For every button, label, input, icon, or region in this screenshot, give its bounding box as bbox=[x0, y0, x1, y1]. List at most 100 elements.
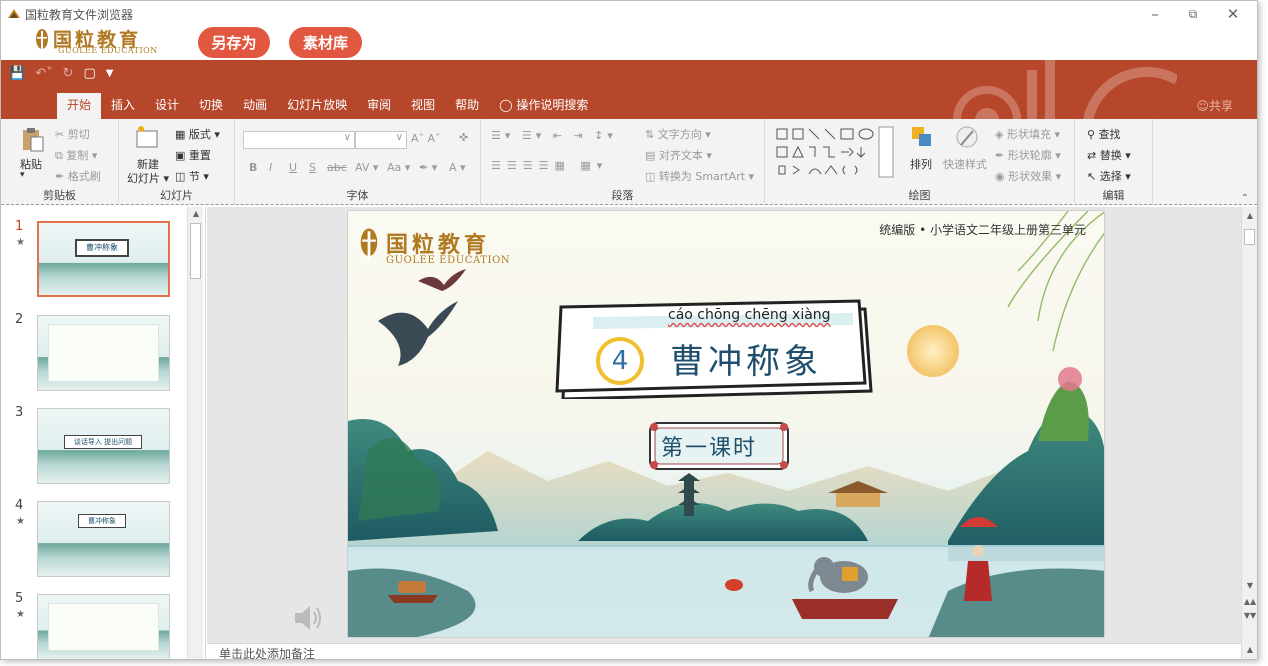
char-spacing-button[interactable]: AV ▾ bbox=[355, 161, 378, 174]
share-label: 共享 bbox=[1208, 99, 1233, 113]
slide-thumbnail-4[interactable]: 曹冲称象 bbox=[37, 501, 170, 577]
format-painter-button[interactable]: ✒ 格式刷 bbox=[55, 168, 101, 184]
copy-icon: ⧉ bbox=[55, 149, 63, 162]
drawing-group-label: 绘图 bbox=[908, 189, 931, 202]
replace-button[interactable]: ⇄ 替换 ▾ bbox=[1087, 147, 1131, 163]
group-paragraph: ☰▾ ☰▾ ⇤ ⇥ ↕▾ ☰☰☰☰▦ ▦▾ ⇅ 文字方向 ▾ ▤ 对齐文本 ▾ … bbox=[481, 119, 765, 205]
next-slide-icon[interactable]: ▼▼ bbox=[1242, 609, 1257, 623]
shadow-button[interactable]: S bbox=[309, 161, 316, 174]
redo-icon[interactable]: ↻ bbox=[63, 66, 74, 81]
present-icon[interactable]: ▢ bbox=[84, 66, 96, 81]
arrange-button[interactable]: 排列 bbox=[910, 156, 932, 172]
tab-view[interactable]: 视图 bbox=[401, 93, 445, 119]
italic-button[interactable]: I bbox=[269, 161, 272, 174]
scroll-end-icon[interactable]: ▲ bbox=[1242, 643, 1257, 657]
underline-button[interactable]: U bbox=[289, 161, 297, 174]
previous-slide-icon[interactable]: ▲▲ bbox=[1242, 595, 1257, 609]
layout-button[interactable]: ▦ 版式 ▾ bbox=[175, 126, 220, 142]
scroll-up-icon[interactable]: ▲ bbox=[188, 207, 204, 221]
quick-styles-button[interactable]: 快速样式 bbox=[943, 156, 987, 172]
scrollbar-thumb[interactable] bbox=[190, 223, 201, 279]
close-icon[interactable]: ✕ bbox=[1223, 4, 1243, 24]
align-text-button[interactable]: ▤ 对齐文本 ▾ bbox=[645, 147, 712, 163]
effects-icon: ◉ bbox=[995, 170, 1005, 183]
speaker-icon[interactable] bbox=[291, 601, 325, 635]
tell-me-label: 操作说明搜索 bbox=[516, 98, 589, 112]
thumb-text-box bbox=[48, 603, 159, 651]
slide-thumbnail-2[interactable] bbox=[37, 315, 170, 391]
brand-logo-icon bbox=[36, 29, 48, 53]
customize-qat-icon[interactable]: ▼ bbox=[106, 68, 114, 79]
lesson-title: 曹冲称象 bbox=[670, 342, 822, 382]
slide-thumbnail-3[interactable]: 谈话导入 提出问题 bbox=[37, 408, 170, 484]
undo-icon[interactable]: ↶˅ bbox=[35, 66, 52, 81]
find-button[interactable]: ⚲ 查找 bbox=[1087, 126, 1121, 142]
tell-me-search[interactable]: ◯ 操作说明搜索 bbox=[489, 93, 598, 119]
shape-fill-button[interactable]: ◈ 形状填充 ▾ bbox=[995, 126, 1060, 142]
shapes-gallery[interactable] bbox=[775, 126, 899, 178]
tab-slideshow[interactable]: 幻灯片放映 bbox=[277, 93, 357, 119]
outline-icon: ✒ bbox=[995, 149, 1005, 162]
align-buttons[interactable]: ☰☰☰☰▦ ▦▾ bbox=[491, 159, 608, 172]
select-button[interactable]: ↖ 选择 ▾ bbox=[1087, 168, 1131, 184]
scrollbar-thumb[interactable] bbox=[1244, 229, 1255, 245]
search-icon: ⚲ bbox=[1087, 128, 1096, 141]
decorative-pattern bbox=[953, 60, 1177, 119]
cut-button[interactable]: ✂ 剪切 bbox=[55, 126, 90, 142]
text-direction-button[interactable]: ⇅ 文字方向 ▾ bbox=[645, 126, 711, 142]
material-library-button[interactable]: 素材库 bbox=[289, 27, 362, 58]
notes-pane[interactable]: 单击此处添加备注 bbox=[207, 643, 1241, 659]
reset-button[interactable]: ▣ 重置 bbox=[175, 147, 211, 163]
tab-help[interactable]: 帮助 bbox=[445, 93, 489, 119]
tab-animations[interactable]: 动画 bbox=[233, 93, 277, 119]
bold-button[interactable]: B bbox=[249, 161, 257, 174]
layout-icon: ▦ bbox=[175, 128, 186, 141]
section-button[interactable]: ◫ 节 ▾ bbox=[175, 168, 209, 184]
change-case-button[interactable]: Aa ▾ bbox=[387, 161, 410, 174]
tab-home[interactable]: 开始 bbox=[57, 93, 102, 119]
tab-review[interactable]: 审阅 bbox=[357, 93, 401, 119]
group-editing: ⚲ 查找 ⇄ 替换 ▾ ↖ 选择 ▾ 编辑 bbox=[1075, 119, 1153, 205]
scroll-down-icon[interactable]: ▼ bbox=[1242, 579, 1257, 593]
shape-effects-button[interactable]: ◉ 形状效果 ▾ bbox=[995, 168, 1061, 184]
copy-button[interactable]: ⧉ 复制 ▾ bbox=[55, 147, 97, 163]
smartart-button[interactable]: ◫ 转换为 SmartArt ▾ bbox=[645, 168, 754, 184]
restore-icon[interactable]: ⧉ bbox=[1183, 4, 1203, 24]
current-slide[interactable]: 国粒教育 GUOLEE EDUCATION 统编版 • 小学语文二年级上册第三单… bbox=[347, 210, 1105, 638]
new-slide-label-2[interactable]: 幻灯片 ▾ bbox=[127, 170, 169, 186]
brush-icon: ✒ bbox=[55, 170, 65, 183]
tab-design[interactable]: 设计 bbox=[145, 93, 189, 119]
tab-insert[interactable]: 插入 bbox=[101, 93, 145, 119]
collapse-ribbon-icon[interactable]: ⌃ bbox=[1241, 193, 1249, 204]
grow-font-button[interactable]: Aˆ Aˇ bbox=[411, 132, 441, 145]
highlight-icon[interactable]: ✒ ▾ bbox=[419, 161, 437, 174]
thumbnail-scrollbar[interactable]: ▲ bbox=[187, 207, 204, 659]
group-clipboard: 粘贴 ▾ ✂ 剪切 ⧉ 复制 ▾ ✒ 格式刷 剪贴板 bbox=[1, 119, 119, 205]
minimize-icon[interactable]: – bbox=[1145, 4, 1165, 24]
save-as-button[interactable]: 另存为 bbox=[198, 27, 270, 58]
strikethrough-button[interactable]: abc bbox=[327, 161, 347, 174]
list-buttons[interactable]: ☰▾ ☰▾ ⇤ ⇥ ↕▾ bbox=[491, 129, 617, 142]
thumb-number: 5 bbox=[15, 591, 24, 606]
font-color-button[interactable]: A ▾ bbox=[449, 161, 466, 174]
clear-format-icon[interactable]: ✜ bbox=[459, 131, 468, 144]
animation-star-icon: ★ bbox=[16, 516, 25, 527]
quick-access-toolbar: 💾 ↶˅ ↻ ▢ ▼ bbox=[9, 66, 114, 81]
save-icon[interactable]: 💾 bbox=[9, 66, 25, 81]
thumb-text-box bbox=[48, 324, 159, 382]
shape-outline-button[interactable]: ✒ 形状轮廓 ▾ bbox=[995, 147, 1061, 163]
slide-thumbnail-pane: 1 ★ 曹冲称象 2 3 谈话导入 提出问题 4 ★ 曹冲称象 5 ★ ▲ bbox=[1, 207, 206, 659]
scroll-up-icon[interactable]: ▲ bbox=[1242, 209, 1257, 223]
quick-styles-icon bbox=[956, 126, 978, 148]
slide-thumbnail-1[interactable]: 曹冲称象 bbox=[37, 221, 170, 297]
paste-dropdown-icon[interactable]: ▾ bbox=[20, 170, 25, 180]
cursor-icon: ↖ bbox=[1087, 170, 1097, 183]
slide-scrollbar[interactable]: ▲ ▼ ▲▲ ▼▼ ▲ bbox=[1241, 207, 1257, 659]
tab-transitions[interactable]: 切换 bbox=[189, 93, 233, 119]
text-direction-icon: ⇅ bbox=[645, 128, 655, 141]
font-family-select[interactable] bbox=[243, 131, 355, 149]
font-size-select[interactable] bbox=[355, 131, 407, 149]
share-button[interactable]: ☺共享 bbox=[1196, 97, 1233, 114]
animation-star-icon: ★ bbox=[16, 237, 25, 248]
slide-thumbnail-5[interactable] bbox=[37, 594, 170, 659]
